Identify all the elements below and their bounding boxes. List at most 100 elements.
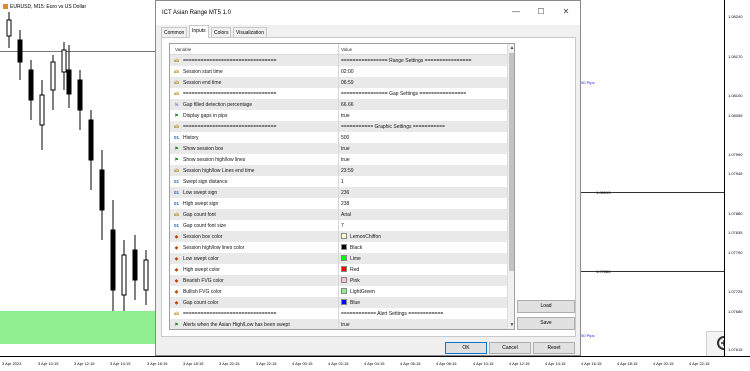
dialog-titlebar[interactable]: ICT Asian Range MT5 1.0 — ☐ ✕ — [156, 1, 580, 25]
input-value[interactable]: 1 — [341, 179, 344, 185]
input-row[interactable]: ◆ Session high/low lines color Black — [170, 242, 507, 253]
input-row[interactable]: ab ================================ ======… — [170, 308, 507, 319]
input-value[interactable]: 7 — [341, 223, 344, 229]
tab-visualization[interactable]: Visualization — [233, 27, 267, 37]
save-button[interactable]: Save — [517, 317, 575, 330]
input-row[interactable]: ab Session start time 02:00 — [170, 66, 507, 77]
string-type-icon: ab — [173, 69, 180, 74]
color-swatch[interactable] — [341, 277, 347, 283]
input-value[interactable]: Pink — [350, 278, 360, 284]
input-row[interactable]: ab ================================ ======… — [170, 88, 507, 99]
cancel-button[interactable]: Cancel — [489, 342, 531, 354]
input-value[interactable]: Red — [350, 267, 359, 273]
scroll-up-icon[interactable]: ▲ — [508, 44, 514, 52]
input-row[interactable]: 01 Low swept sign 236 — [170, 187, 507, 198]
input-value[interactable]: 236 — [341, 190, 349, 196]
input-value[interactable]: 23:59 — [341, 168, 354, 174]
tab-inputs[interactable]: Inputs — [189, 25, 209, 38]
time-tick-label: 4 Apr 10:15 — [473, 361, 494, 366]
grid-scrollbar[interactable]: ▲ ▼ — [507, 44, 514, 329]
minimize-button[interactable]: — — [505, 5, 527, 19]
input-value[interactable]: 500 — [341, 135, 349, 141]
price-axis[interactable]: 1.08240 1.08170 1.08100 1.08055 1.07990 1.079… — [724, 0, 750, 356]
input-row[interactable]: ◆ Bearish FVG color Pink — [170, 275, 507, 286]
time-tick-label: 4 Apr 20:15 — [653, 361, 674, 366]
integer-type-icon: 01 — [173, 201, 179, 206]
input-variable-name: Alerts when the Asian High/Low has been … — [183, 322, 290, 328]
input-row[interactable]: ⚑ Show session high/low lines true — [170, 154, 507, 165]
input-value[interactable]: 66.66 — [341, 102, 354, 108]
row-divider — [338, 220, 339, 231]
input-value[interactable]: LemonChiffon — [350, 234, 381, 240]
input-value[interactable]: ================ Range Settings ========… — [341, 58, 471, 64]
tab-colors[interactable]: Colors — [211, 27, 232, 37]
row-divider — [338, 165, 339, 176]
input-value[interactable]: 238 — [341, 201, 349, 207]
input-row[interactable]: ◆ Gap count color Blue — [170, 297, 507, 308]
input-row[interactable]: ◆ Low swept color Lime — [170, 253, 507, 264]
input-row[interactable]: ab Gap count font Arial — [170, 209, 507, 220]
input-row[interactable]: ab Session end time 06:59 — [170, 77, 507, 88]
color-swatch[interactable] — [341, 299, 347, 305]
input-row[interactable]: ⚑ Show session box true — [170, 143, 507, 154]
input-row[interactable]: 01 History 500 — [170, 132, 507, 143]
time-tick-label: 4 Apr 18:15 — [617, 361, 638, 366]
input-row[interactable]: 01 Swept sign distance 1 — [170, 176, 507, 187]
color-swatch[interactable] — [341, 244, 347, 250]
maximize-button[interactable]: ☐ — [530, 5, 552, 19]
column-divider[interactable] — [338, 44, 339, 55]
indicator-properties-dialog: ICT Asian Range MT5 1.0 — ☐ ✕ Common Inp… — [155, 0, 581, 356]
color-type-icon: ◆ — [174, 289, 179, 294]
input-row[interactable]: ab ================================ ======… — [170, 55, 507, 66]
input-row[interactable]: ab Session high/low Lines end time 23:59 — [170, 165, 507, 176]
column-header-value[interactable]: Value — [341, 47, 352, 52]
input-value[interactable]: =========== Graphic Settings =========== — [341, 124, 445, 130]
input-value[interactable]: true — [341, 113, 350, 119]
input-row[interactable]: ab ================================ ======… — [170, 121, 507, 132]
input-row[interactable]: ⚑ Alerts when the Asian High/Low has been… — [170, 319, 507, 329]
time-axis[interactable]: 3 Apr 2023 3 Apr 10:15 3 Apr 12:15 3 Apr 14… — [0, 356, 750, 371]
input-row[interactable]: ⚑ Display gaps in pips true — [170, 110, 507, 121]
time-tick-label: 4 Apr 00:15 — [292, 361, 313, 366]
row-divider — [338, 132, 339, 143]
input-value[interactable]: true — [341, 146, 350, 152]
scroll-down-icon[interactable]: ▼ — [508, 321, 514, 329]
reset-button[interactable]: Reset — [533, 342, 575, 354]
boolean-type-icon: ⚑ — [174, 113, 179, 118]
session-box — [0, 311, 160, 344]
input-row[interactable]: ◆ Session box color LemonChiffon — [170, 231, 507, 242]
input-value[interactable]: true — [341, 322, 350, 328]
close-button[interactable]: ✕ — [555, 5, 577, 19]
input-row[interactable]: ½ Gap filled detection percentage 66.66 — [170, 99, 507, 110]
input-variable-name: Show session high/low lines — [183, 157, 246, 163]
tab-common[interactable]: Common — [161, 27, 188, 37]
row-divider — [338, 77, 339, 88]
input-row[interactable]: ◆ Bullish FVG color LightGreen — [170, 286, 507, 297]
price-tick-label: 1.07790 — [728, 250, 743, 255]
input-row[interactable]: ◆ High swept color Red — [170, 264, 507, 275]
input-value[interactable]: 02:00 — [341, 69, 354, 75]
column-header-variable[interactable]: Variable — [175, 47, 191, 52]
input-value[interactable]: Arial — [341, 212, 351, 218]
ok-button[interactable]: OK — [445, 342, 487, 354]
input-value[interactable]: Lime — [350, 256, 361, 262]
time-tick-label: 3 Apr 22:15 — [256, 361, 277, 366]
input-variable-name: Session high/low lines color — [183, 245, 245, 251]
input-variable-name: Session high/low Lines end time — [183, 168, 255, 174]
input-row[interactable]: 01 Gap count font size 7 — [170, 220, 507, 231]
input-value[interactable]: ============ Alert Settings ============ — [341, 311, 443, 317]
color-swatch[interactable] — [341, 255, 347, 261]
input-value[interactable]: Blue — [350, 300, 360, 306]
color-swatch[interactable] — [341, 266, 347, 272]
input-value[interactable]: Black — [350, 245, 362, 251]
color-swatch[interactable] — [341, 233, 347, 239]
input-row[interactable]: 01 High swept sign 238 — [170, 198, 507, 209]
input-value[interactable]: ================ Gap Settings ==========… — [341, 91, 466, 97]
input-value[interactable]: true — [341, 157, 350, 163]
color-swatch[interactable] — [341, 288, 347, 294]
scrollbar-thumb[interactable] — [509, 53, 514, 271]
input-variable-name: Low swept sign — [183, 190, 218, 196]
input-value[interactable]: LightGreen — [350, 289, 375, 295]
load-button[interactable]: Load — [517, 300, 575, 313]
input-value[interactable]: 06:59 — [341, 80, 354, 86]
